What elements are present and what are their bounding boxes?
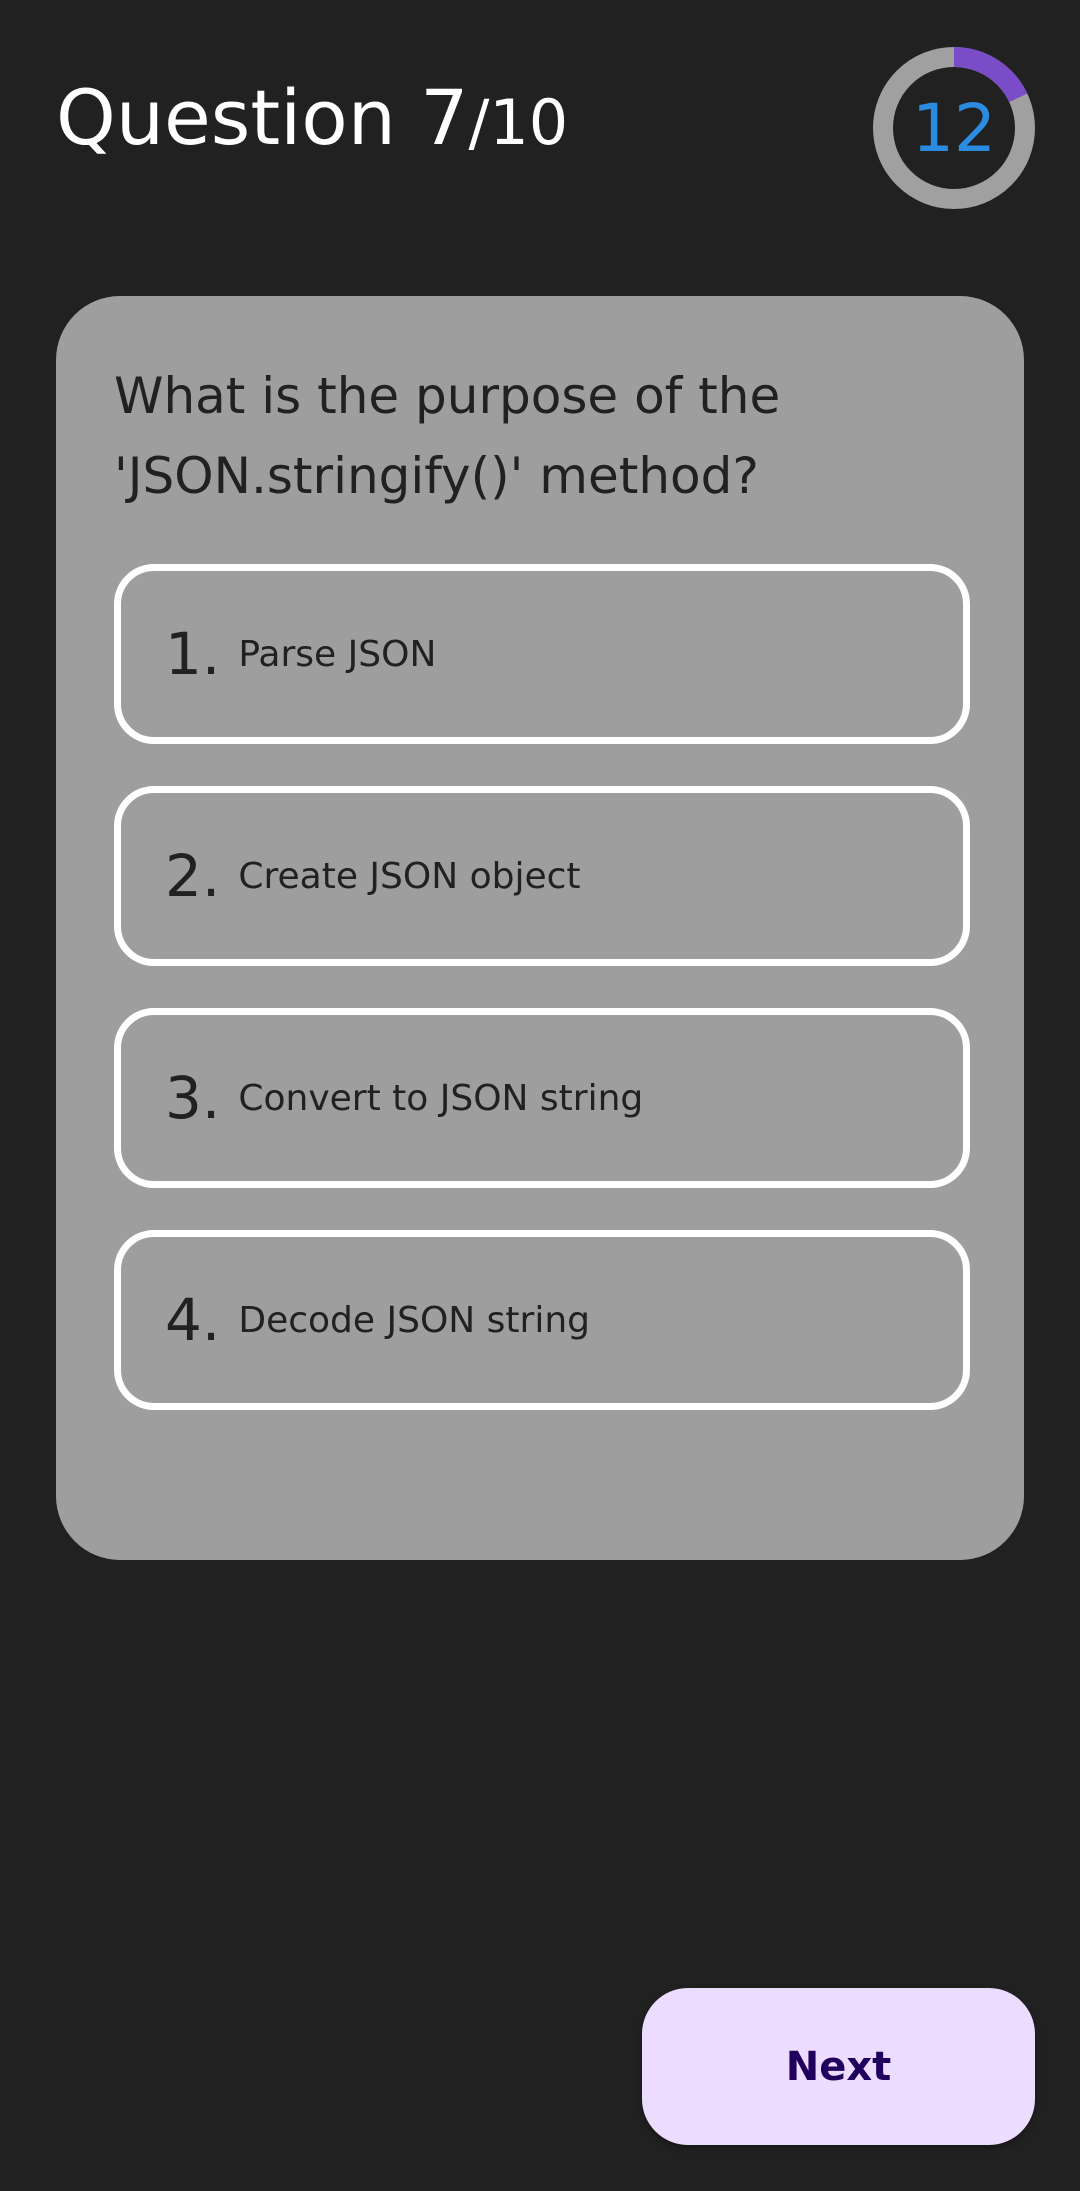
- question-text: What is the purpose of the 'JSON.stringi…: [114, 367, 781, 505]
- option-label: Decode JSON string: [238, 1299, 590, 1341]
- question-label: Question: [56, 73, 421, 162]
- answer-option-3[interactable]: 3. Convert to JSON string: [114, 1008, 970, 1188]
- option-number-dot: .: [201, 842, 221, 910]
- question-total: /10: [468, 86, 569, 159]
- countdown-timer: 12: [872, 46, 1036, 210]
- option-label: Create JSON object: [238, 855, 581, 897]
- quiz-screen: Question 7/10 12 What is the purpose of …: [0, 0, 1080, 2191]
- option-number-dot: .: [201, 620, 221, 688]
- answer-option-2[interactable]: 2. Create JSON object: [114, 786, 970, 966]
- question-current-number: 7: [420, 73, 469, 162]
- option-number: 1: [165, 620, 202, 688]
- option-number: 2: [165, 842, 202, 910]
- option-label: Parse JSON: [238, 633, 437, 675]
- option-label: Convert to JSON string: [238, 1077, 644, 1119]
- option-number-dot: .: [201, 1064, 221, 1132]
- question-card: What is the purpose of the 'JSON.stringi…: [56, 296, 1024, 1560]
- answer-option-1[interactable]: 1. Parse JSON: [114, 564, 970, 744]
- timer-seconds: 12: [912, 89, 996, 167]
- next-button[interactable]: Next: [642, 1988, 1035, 2145]
- answer-option-4[interactable]: 4. Decode JSON string: [114, 1230, 970, 1410]
- option-number: 4: [165, 1286, 202, 1354]
- option-number-dot: .: [201, 1286, 221, 1354]
- option-number: 3: [165, 1064, 202, 1132]
- question-counter: Question 7/10: [56, 80, 568, 156]
